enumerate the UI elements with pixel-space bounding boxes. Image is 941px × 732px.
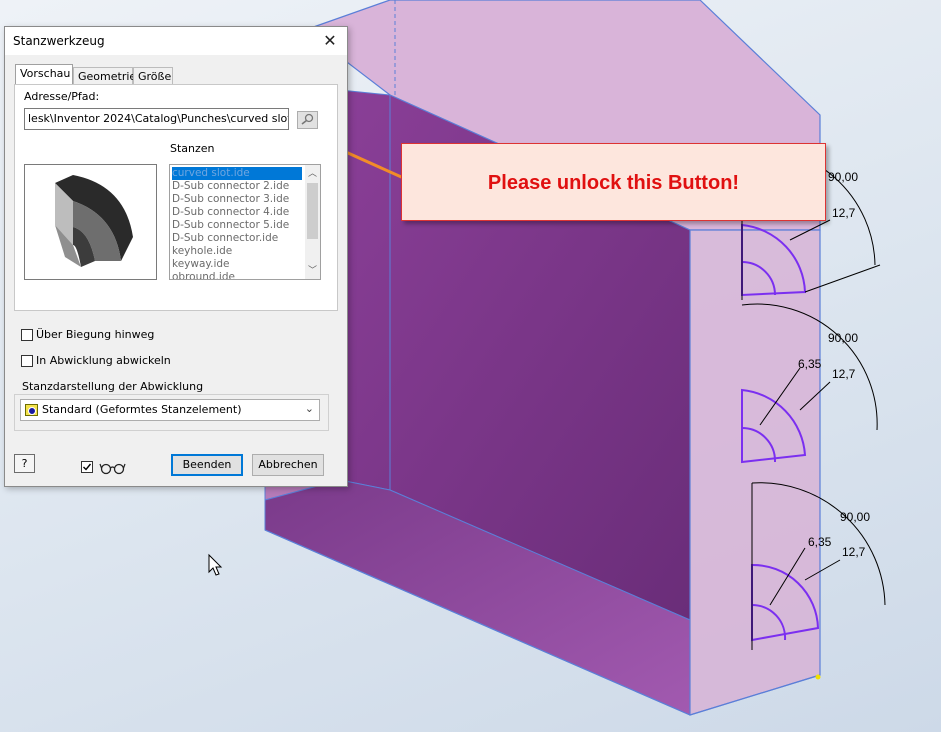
list-item[interactable]: D-Sub connector 4.ide xyxy=(172,206,302,219)
mouse-cursor-icon xyxy=(208,553,223,576)
flat-pattern-checkbox-label: In Abwicklung abwickeln xyxy=(36,354,171,367)
abbrechen-button[interactable]: Abbrechen xyxy=(252,454,324,476)
dim-inner-radius-2: 6,35 xyxy=(798,357,822,371)
list-item[interactable]: keyhole.ide xyxy=(172,245,302,258)
checkmark-icon xyxy=(83,463,92,471)
dim-inner-radius-3: 6,35 xyxy=(808,535,832,549)
list-item[interactable]: D-Sub connector 5.ide xyxy=(172,219,302,232)
list-item[interactable]: D-Sub connector 2.ide xyxy=(172,180,302,193)
sheet-metal-part[interactable] xyxy=(264,0,821,716)
path-label: Adresse/Pfad: xyxy=(24,90,100,103)
list-scrollbar[interactable]: ︿ ﹀ xyxy=(305,165,320,279)
list-item[interactable]: curved slot.ide xyxy=(172,167,302,180)
dim-angle-3: 90,00 xyxy=(840,510,870,524)
dim-radius-2: 12,7 xyxy=(832,367,856,381)
stanzen-listbox[interactable]: curved slot.ide D-Sub connector 2.ide D-… xyxy=(169,164,321,280)
tab-groesse[interactable]: Größe xyxy=(133,67,173,85)
group-label: Stanzdarstellung der Abwicklung xyxy=(22,380,204,393)
dim-angle-1: 90,00 xyxy=(828,170,858,184)
flat-pattern-checkbox[interactable] xyxy=(21,355,33,367)
stanzwerkzeug-dialog: Stanzwerkzeug ✕ Vorschau Geometrie Größe… xyxy=(4,26,348,487)
tab-label: Größe xyxy=(138,70,172,83)
list-item[interactable]: D-Sub connector 3.ide xyxy=(172,193,302,206)
bend-checkbox[interactable] xyxy=(21,329,33,341)
dialog-title: Stanzwerkzeug xyxy=(13,34,105,48)
list-item[interactable]: keyway.ide xyxy=(172,258,302,271)
scroll-up-icon[interactable]: ︿ xyxy=(305,166,320,179)
tab-label: Geometrie xyxy=(78,70,137,83)
dim-radius-3: 12,7 xyxy=(842,545,866,559)
punch-preview-image xyxy=(24,164,157,280)
path-input[interactable]: lesk\Inventor 2024\Catalog\Punches\curve… xyxy=(24,108,289,130)
beenden-button[interactable]: Beenden xyxy=(171,454,243,476)
dialog-titlebar[interactable]: Stanzwerkzeug ✕ xyxy=(5,27,347,55)
magnifier-icon xyxy=(301,113,314,125)
scroll-thumb[interactable] xyxy=(307,183,318,239)
tab-label: Vorschau xyxy=(20,67,71,80)
stanzen-label: Stanzen xyxy=(170,142,215,155)
punch-representation-icon xyxy=(25,404,38,416)
browse-button[interactable] xyxy=(297,111,318,129)
dim-radius-1: 12,7 xyxy=(832,206,856,220)
dim-angle-2: 90,00 xyxy=(828,331,858,345)
annotation-callout: Please unlock this Button! xyxy=(401,143,826,221)
tab-geometrie[interactable]: Geometrie xyxy=(73,67,137,85)
representation-select[interactable]: Standard (Geformtes Stanzelement) ⌄ xyxy=(20,399,320,421)
callout-text: Please unlock this Button! xyxy=(487,172,740,194)
help-icon[interactable]: ? xyxy=(14,454,35,473)
close-icon[interactable]: ✕ xyxy=(313,27,347,55)
preview-checkbox[interactable] xyxy=(81,461,93,473)
scroll-down-icon[interactable]: ﹀ xyxy=(305,263,320,276)
tab-vorschau[interactable]: Vorschau xyxy=(15,64,73,85)
bend-checkbox-label: Über Biegung hinweg xyxy=(36,328,155,341)
representation-value: Standard (Geformtes Stanzelement) xyxy=(42,403,242,416)
glasses-icon xyxy=(99,463,126,475)
list-item[interactable]: obround.ide xyxy=(172,271,302,279)
chevron-down-icon: ⌄ xyxy=(304,402,314,415)
list-item[interactable]: D-Sub connector.ide xyxy=(172,232,302,245)
